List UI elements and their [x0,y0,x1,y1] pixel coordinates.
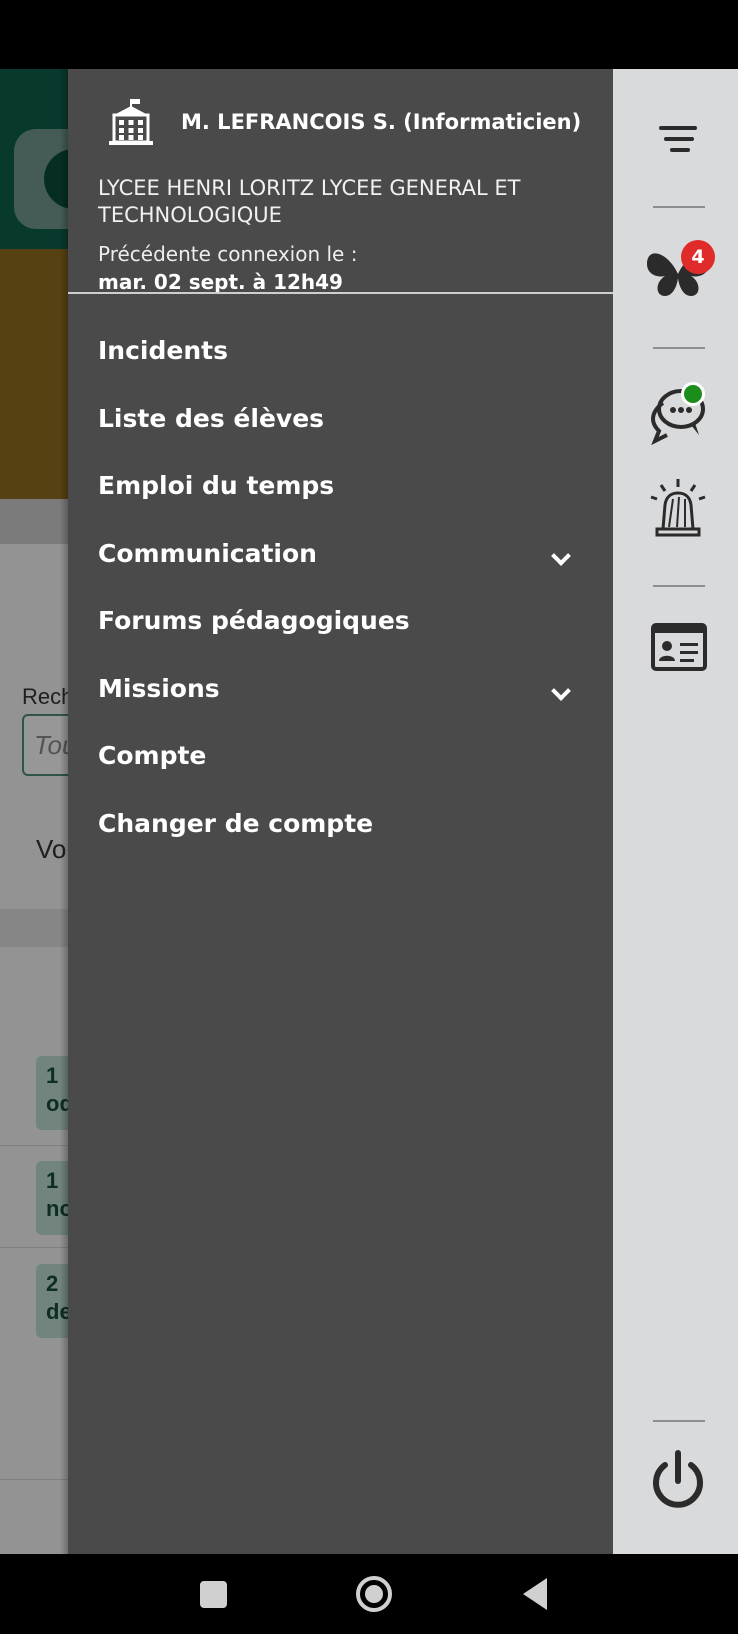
school-building-icon [109,99,153,145]
menu-item-liste-eleves[interactable]: Liste des élèves [68,390,613,450]
drawer-shadow [60,69,68,1554]
rail-divider [653,585,705,587]
navigation-drawer: M. LEFRANCOIS S. (Informaticien) LYCEE H… [68,69,613,1554]
menu-item-compte[interactable]: Compte [68,727,613,787]
chevron-down-icon[interactable] [551,546,571,566]
menu-icon[interactable] [633,99,723,179]
last-login-label: Précédente connexion le : [98,242,358,266]
menu-item-incidents[interactable]: Incidents [68,322,613,382]
rail-divider [653,1420,705,1422]
header-divider [68,292,613,294]
chat-icon[interactable] [633,369,723,449]
menu-item-communication[interactable]: Communication [68,525,613,585]
user-name: M. LEFRANCOIS S. (Informaticien) [181,110,582,134]
rail-divider [653,206,705,208]
recent-apps-icon[interactable] [194,1574,234,1614]
status-bar [0,0,738,69]
menu-item-label: Changer de compte [98,809,374,838]
menu-item-changer-compte[interactable]: Changer de compte [68,795,613,855]
last-login-value: mar. 02 sept. à 12h49 [98,270,343,294]
menu-item-label: Forums pédagogiques [98,606,410,635]
power-icon[interactable] [633,1439,723,1519]
menu-item-label: Incidents [98,336,228,365]
menu-item-label: Communication [98,539,317,568]
alarm-icon[interactable] [633,469,723,549]
icon-rail: 4 [613,69,738,1554]
menu-item-forums[interactable]: Forums pédagogiques [68,592,613,652]
menu-item-missions[interactable]: Missions [68,660,613,720]
online-status-dot [681,382,705,406]
menu-item-label: Emploi du temps [98,471,335,500]
menu-item-emploi-du-temps[interactable]: Emploi du temps [68,457,613,517]
system-navigation-bar [0,1554,738,1634]
rail-divider [653,347,705,349]
menu-item-label: Compte [98,741,207,770]
menu-item-label: Missions [98,674,220,703]
notification-badge: 4 [681,240,715,274]
chevron-down-icon[interactable] [551,681,571,701]
id-card-icon[interactable] [633,609,723,689]
back-icon[interactable] [517,1574,557,1614]
menu-item-label: Liste des élèves [98,404,325,433]
home-icon[interactable] [354,1574,394,1614]
school-name: LYCEE HENRI LORITZ LYCEE GENERAL ET TECH… [98,176,521,227]
